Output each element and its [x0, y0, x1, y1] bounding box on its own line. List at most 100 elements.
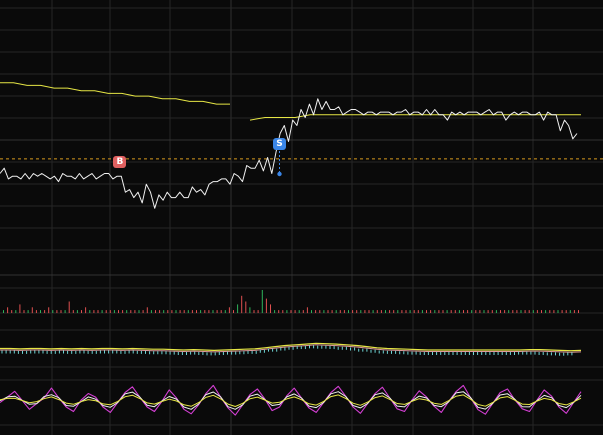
volume-bar [282, 310, 284, 313]
volume-bar [413, 310, 415, 313]
volume-bar [64, 310, 66, 313]
volume-bar [60, 310, 62, 313]
volume-bar [524, 310, 526, 313]
volume-bar [146, 307, 148, 314]
volume-bar [175, 310, 177, 313]
volume-bar [549, 310, 551, 313]
volume-bar [385, 310, 386, 313]
volume-bar [171, 310, 173, 313]
volume-bar [286, 310, 288, 313]
volume-bar [327, 310, 329, 313]
volume-bar [257, 310, 259, 313]
volume-bar [187, 310, 189, 313]
volume-bar [475, 310, 477, 313]
chart-canvas[interactable] [0, 0, 603, 435]
volume-bar [409, 310, 411, 313]
volume-bar [44, 310, 46, 313]
volume-bar [528, 310, 530, 313]
volume-bar [520, 310, 522, 313]
volume-bar [421, 310, 423, 313]
volume-bar [290, 310, 292, 313]
volume-bar [81, 310, 82, 313]
volume-bar [56, 310, 58, 313]
volume-bar [274, 310, 276, 313]
volume-bar [504, 310, 506, 313]
volume-bar [105, 310, 107, 313]
volume-bar [401, 310, 403, 313]
volume-bar [191, 310, 193, 313]
oscillator-slow-line [0, 394, 582, 407]
volume-bar [220, 310, 222, 313]
volume-bar [306, 307, 308, 314]
volume-bar [463, 310, 464, 313]
volume-bar [487, 310, 489, 313]
volume-bar [508, 310, 510, 313]
volume-bar [212, 310, 214, 313]
trading-chart-window[interactable]: B S [0, 0, 603, 435]
volume-bar [405, 310, 407, 313]
volume-bar [442, 310, 444, 313]
volume-bar [565, 310, 567, 313]
volume-bar [68, 301, 70, 313]
volume-bar [265, 298, 267, 313]
volume-bar [446, 310, 448, 313]
volume-bar [85, 307, 87, 314]
volume-bar [23, 310, 25, 313]
volume-bar [393, 310, 395, 313]
volume-bar [426, 310, 427, 313]
sell-marker[interactable]: S [273, 138, 286, 150]
volume-bar [253, 310, 255, 313]
volume-bar [356, 310, 358, 313]
volume-bar [196, 310, 197, 313]
volume-bar [536, 310, 538, 313]
volume-bar [389, 310, 391, 313]
volume-bar [237, 304, 239, 313]
volume-bar [343, 310, 345, 313]
buy-marker[interactable]: B [113, 156, 127, 169]
volume-bar [364, 310, 366, 313]
volume-bar [532, 310, 534, 313]
volume-bar [19, 304, 21, 313]
volume-bar [553, 310, 555, 313]
volume-bar [40, 310, 41, 313]
volume-bar [118, 310, 119, 313]
volume-bar [376, 310, 378, 313]
volume-bar [155, 310, 156, 313]
volume-bar [233, 310, 234, 313]
volume-bar [113, 310, 115, 313]
volume-bar [101, 310, 103, 313]
volume-bar [200, 310, 202, 313]
volume-bar [76, 310, 78, 313]
volume-bar [319, 310, 321, 313]
volume-bar [545, 310, 547, 313]
volume-bar [483, 310, 485, 313]
volume-bar [241, 295, 243, 314]
volume-bar [7, 307, 9, 314]
volume-bar [339, 310, 341, 313]
volume-bar [122, 310, 124, 313]
volume-bar [48, 307, 50, 314]
volume-bar [368, 310, 370, 313]
volume-bar [261, 290, 263, 313]
volume-bar [450, 310, 452, 313]
volume-bar [360, 310, 362, 313]
volume-bar [578, 310, 579, 313]
volume-bar [434, 310, 436, 313]
volume-bar [430, 310, 432, 313]
volume-bar [454, 310, 456, 313]
volume-bar [491, 310, 493, 313]
volume-bar [249, 307, 251, 314]
volume-bar [150, 310, 152, 313]
volume-bar [52, 310, 54, 313]
volume-bar [97, 310, 99, 313]
volume-bar [245, 301, 247, 313]
volume-bar [109, 310, 111, 313]
volume-bar [138, 310, 140, 313]
volume-bar [89, 310, 91, 313]
volume-bar [467, 310, 469, 313]
volume-bar [11, 310, 13, 313]
volume-bar [224, 310, 226, 313]
volume-bar [183, 310, 185, 313]
volume-bar [417, 310, 419, 313]
volume-bar [397, 310, 399, 313]
